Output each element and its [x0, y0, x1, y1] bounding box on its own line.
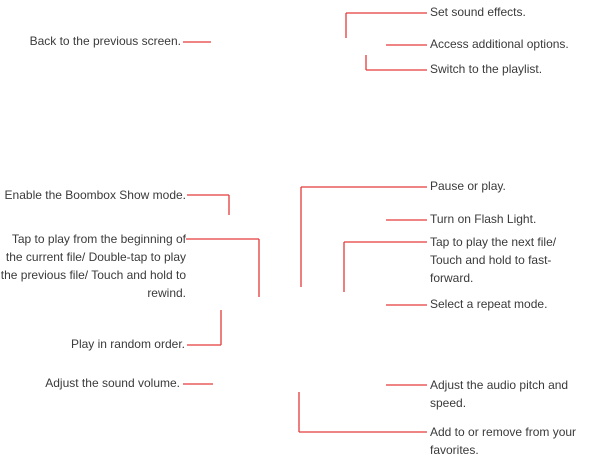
callout-playlist: Switch to the playlist. — [430, 62, 543, 76]
callout-boombox: Enable the Boombox Show mode. — [4, 188, 186, 202]
callout-play-next: Tap to play the next file/ Touch and hol… — [430, 235, 557, 285]
callout-repeat: Select a repeat mode. — [430, 297, 548, 311]
callout-sound-effects: Set sound effects. — [430, 5, 526, 19]
callout-back: Back to the previous screen. — [29, 34, 181, 48]
callout-additional-options: Access additional options. — [430, 37, 569, 51]
callout-pause-play: Pause or play. — [430, 179, 506, 193]
callout-play-previous: Tap to play from the beginning of the cu… — [0, 232, 186, 300]
callout-favorites: Add to or remove from your favorites. — [430, 425, 577, 457]
callout-volume: Adjust the sound volume. — [45, 376, 180, 390]
callout-flash-light: Turn on Flash Light. — [430, 212, 537, 226]
callout-random: Play in random order. — [70, 337, 185, 351]
callout-pitch-speed: Adjust the audio pitch and speed. — [430, 378, 569, 410]
